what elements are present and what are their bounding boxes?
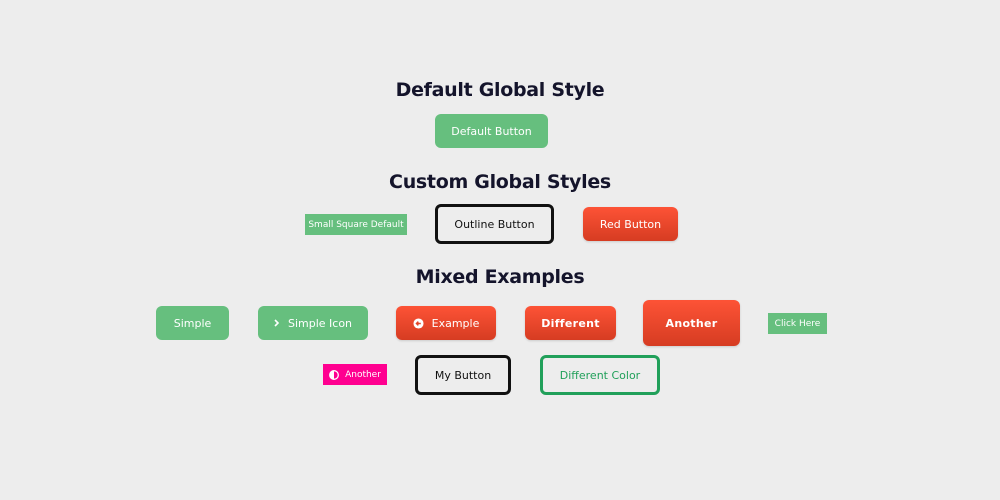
default-button[interactable]: Default Button	[435, 114, 548, 148]
different-color-button-label: Different Color	[559, 368, 641, 382]
section-heading-mixed: Mixed Examples	[415, 266, 585, 288]
my-button-label: My Button	[434, 368, 492, 382]
simple-icon-button-label: Simple Icon	[287, 316, 353, 330]
red-button-label: Red Button	[599, 217, 662, 231]
section-heading-default: Default Global Style	[395, 79, 605, 101]
section-heading-custom: Custom Global Styles	[389, 171, 611, 193]
different-button-label: Different	[541, 316, 600, 330]
example-button-label: Example	[431, 316, 480, 330]
another-large-button-label: Another	[665, 316, 718, 330]
another-pink-button[interactable]: Another	[323, 364, 387, 385]
simple-button[interactable]: Simple	[156, 306, 229, 340]
default-button-label: Default Button	[451, 124, 532, 138]
different-color-button[interactable]: Different Color	[540, 355, 660, 395]
click-here-button[interactable]: Click Here	[768, 313, 827, 334]
small-square-default-label: Small Square Default	[308, 219, 404, 230]
small-square-default-button[interactable]: Small Square Default	[305, 214, 407, 235]
chevron-right-icon	[274, 319, 280, 327]
outline-button[interactable]: Outline Button	[435, 204, 554, 244]
another-large-button[interactable]: Another	[643, 300, 740, 346]
another-pink-button-label: Another	[345, 369, 381, 380]
simple-button-label: Simple	[173, 316, 212, 330]
click-here-button-label: Click Here	[774, 318, 821, 329]
contrast-icon	[329, 369, 340, 380]
example-button[interactable]: Example	[396, 306, 496, 340]
my-button[interactable]: My Button	[415, 355, 511, 395]
arrow-circle-left-icon	[413, 317, 424, 329]
simple-icon-button[interactable]: Simple Icon	[258, 306, 368, 340]
different-button[interactable]: Different	[525, 306, 616, 340]
red-button[interactable]: Red Button	[583, 207, 678, 241]
outline-button-label: Outline Button	[454, 217, 535, 231]
